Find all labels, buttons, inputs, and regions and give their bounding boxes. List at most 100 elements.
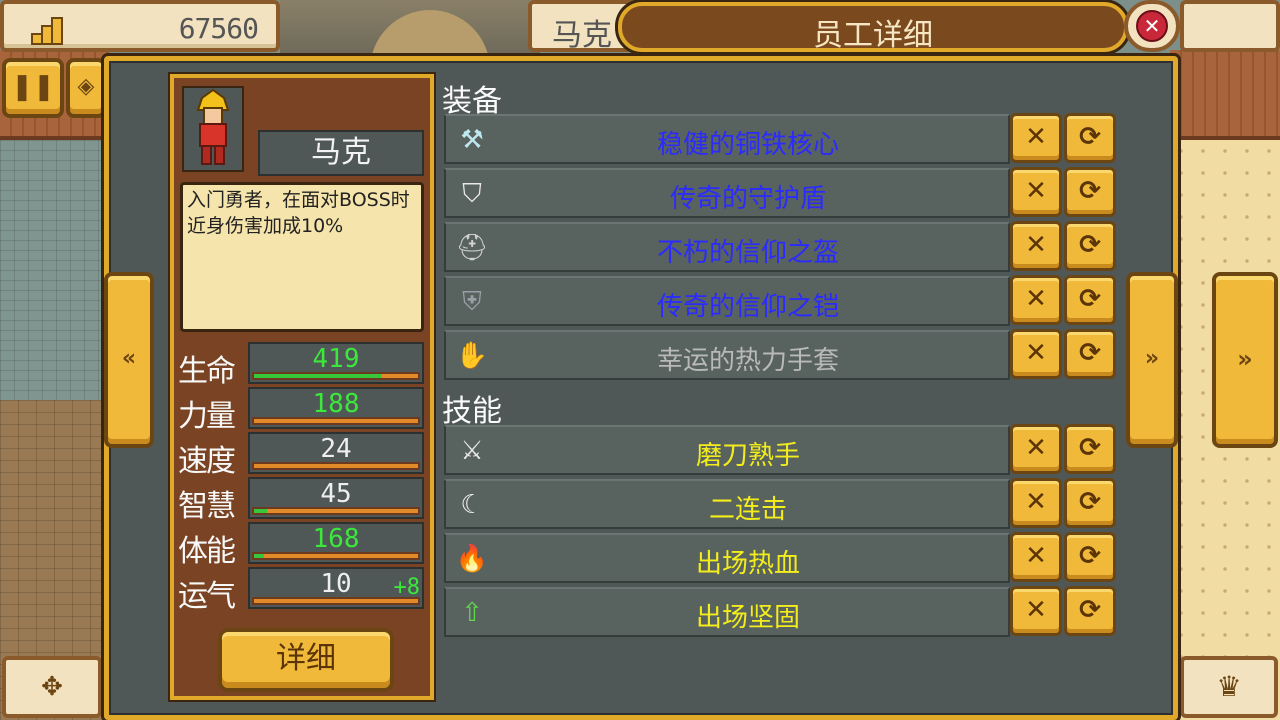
unequip-button[interactable]: ✕ (1010, 586, 1062, 636)
swap-button[interactable]: ⟳ (1064, 586, 1116, 636)
cross-icon: ✕ (1025, 284, 1047, 314)
stat-row: 速度 24 (174, 432, 430, 479)
unequip-button[interactable]: ✕ (1010, 478, 1062, 528)
equipment-row-name: 幸运的热力手套 (656, 346, 839, 376)
sword-icon: ⚔ (460, 436, 484, 466)
swap-button[interactable]: ⟳ (1064, 329, 1116, 379)
double-chevron-right-icon: » (1237, 345, 1253, 373)
character-description: 入门勇者，在面对BOSS时近身伤害加成10% (180, 182, 424, 332)
character-name: 马克 (258, 130, 424, 176)
gold-display: 67560 (0, 0, 280, 52)
stat-value: 419 (312, 344, 360, 374)
unequip-button[interactable]: ✕ (1010, 113, 1062, 163)
skill-row[interactable]: ⚔ 磨刀熟手 (444, 425, 1010, 475)
stat-row: 运气 10 +8 (174, 567, 430, 614)
swap-icon: ⟳ (1079, 433, 1101, 463)
stat-label: 智慧 (178, 489, 236, 524)
top-right-frame (1180, 0, 1280, 52)
stat-box: 10 +8 (248, 567, 424, 609)
skill-row[interactable]: ☾ 二连击 (444, 479, 1010, 529)
stat-label: 生命 (178, 354, 236, 389)
swap-button[interactable]: ⟳ (1064, 167, 1116, 217)
stat-bar (252, 597, 420, 605)
swap-icon: ⟳ (1079, 595, 1101, 625)
character-portrait (182, 86, 244, 172)
background-wood-wall-right (1170, 50, 1280, 140)
swap-icon: ⟳ (1079, 230, 1101, 260)
stat-bar (252, 507, 420, 515)
equipment-row[interactable]: ⛨ 传奇的信仰之铠 (444, 276, 1010, 326)
next-page-button[interactable]: » (1212, 272, 1278, 448)
swap-icon: ⟳ (1079, 541, 1101, 571)
previous-employee-button[interactable]: « (104, 272, 154, 448)
character-card: 马克 入门勇者，在面对BOSS时近身伤害加成10% 生命 419 力量 188 … (170, 74, 434, 700)
cross-icon: ✕ (1025, 487, 1047, 517)
stat-bar-fill (254, 554, 264, 558)
swap-button[interactable]: ⟳ (1064, 113, 1116, 163)
dialog-title-bar: 员工详细 (618, 2, 1128, 53)
crown-button[interactable]: ♛ (1180, 656, 1278, 718)
close-button[interactable]: ✕ (1124, 0, 1180, 52)
detail-button[interactable]: 详细 (218, 628, 394, 692)
stat-label: 运气 (178, 579, 236, 614)
skill-row[interactable]: ⇧ 出场坚固 (444, 587, 1010, 637)
swap-button[interactable]: ⟳ (1064, 221, 1116, 271)
stat-bar-fill (254, 374, 382, 378)
glove-icon: ✋ (455, 341, 489, 371)
unequip-button[interactable]: ✕ (1010, 329, 1062, 379)
skill-row-name: 出场坚固 (695, 603, 800, 633)
unequip-button[interactable]: ✕ (1010, 275, 1062, 325)
equipment-row[interactable]: ⛉ 传奇的守护盾 (444, 168, 1010, 218)
stat-value: 45 (320, 479, 352, 509)
stat-box: 45 (248, 477, 424, 519)
stat-box: 188 (248, 387, 424, 429)
swap-icon: ⟳ (1079, 284, 1101, 314)
swap-button[interactable]: ⟳ (1064, 478, 1116, 528)
stat-row: 智慧 45 (174, 477, 430, 524)
skill-row[interactable]: 🔥 出场热血 (444, 533, 1010, 583)
swap-button[interactable]: ⟳ (1064, 275, 1116, 325)
map-button[interactable]: ◈ (66, 58, 106, 118)
stat-bar-fill (254, 509, 268, 513)
swap-button[interactable]: ⟳ (1064, 424, 1116, 474)
cross-icon: ✕ (1025, 122, 1047, 152)
stat-value: 24 (320, 434, 352, 464)
close-icon: ✕ (1136, 10, 1168, 42)
equipment-row[interactable]: ✋ 幸运的热力手套 (444, 330, 1010, 380)
equipment-row-name: 传奇的信仰之铠 (656, 292, 839, 322)
cross-icon: ✕ (1025, 595, 1047, 625)
shield-icon: ⛉ (462, 179, 482, 209)
double-chevron-left-icon: « (121, 346, 137, 371)
swap-icon: ⟳ (1079, 176, 1101, 206)
equipment-row[interactable]: ⛑ 不朽的信仰之盔 (444, 222, 1010, 272)
next-employee-button[interactable]: » (1126, 272, 1178, 448)
unequip-button[interactable]: ✕ (1010, 221, 1062, 271)
helmet-icon: ⛑ (455, 233, 489, 263)
map-icon: ◈ (77, 74, 95, 99)
stat-bar (252, 552, 420, 560)
equipment-row-name: 传奇的守护盾 (669, 184, 826, 214)
stat-value: 188 (312, 389, 360, 419)
stat-box: 419 (248, 342, 424, 384)
stat-bar (252, 372, 420, 380)
stat-label: 体能 (178, 534, 236, 569)
pause-button[interactable]: ❚❚ (2, 58, 64, 118)
crown-icon: ♛ (1216, 670, 1242, 703)
shield-up-icon: ⇧ (461, 598, 483, 628)
armor-icon: ⛨ (462, 287, 482, 317)
equipment-row-name: 稳健的铜铁核心 (656, 130, 839, 160)
hero-sprite-icon (196, 88, 230, 165)
equipment-row[interactable]: ⚒ 稳健的铜铁核心 (444, 114, 1010, 164)
swap-icon: ⟳ (1079, 338, 1101, 368)
unequip-button[interactable]: ✕ (1010, 532, 1062, 582)
swap-button[interactable]: ⟳ (1064, 532, 1116, 582)
skill-row-name: 出场热血 (695, 549, 800, 579)
cross-icon: ✕ (1025, 176, 1047, 206)
double-chevron-right-icon: » (1144, 346, 1160, 371)
stat-bar (252, 417, 420, 425)
move-button[interactable]: ✥ (2, 656, 102, 718)
stat-row: 体能 168 (174, 522, 430, 569)
unequip-button[interactable]: ✕ (1010, 167, 1062, 217)
stat-row: 生命 419 (174, 342, 430, 389)
unequip-button[interactable]: ✕ (1010, 424, 1062, 474)
